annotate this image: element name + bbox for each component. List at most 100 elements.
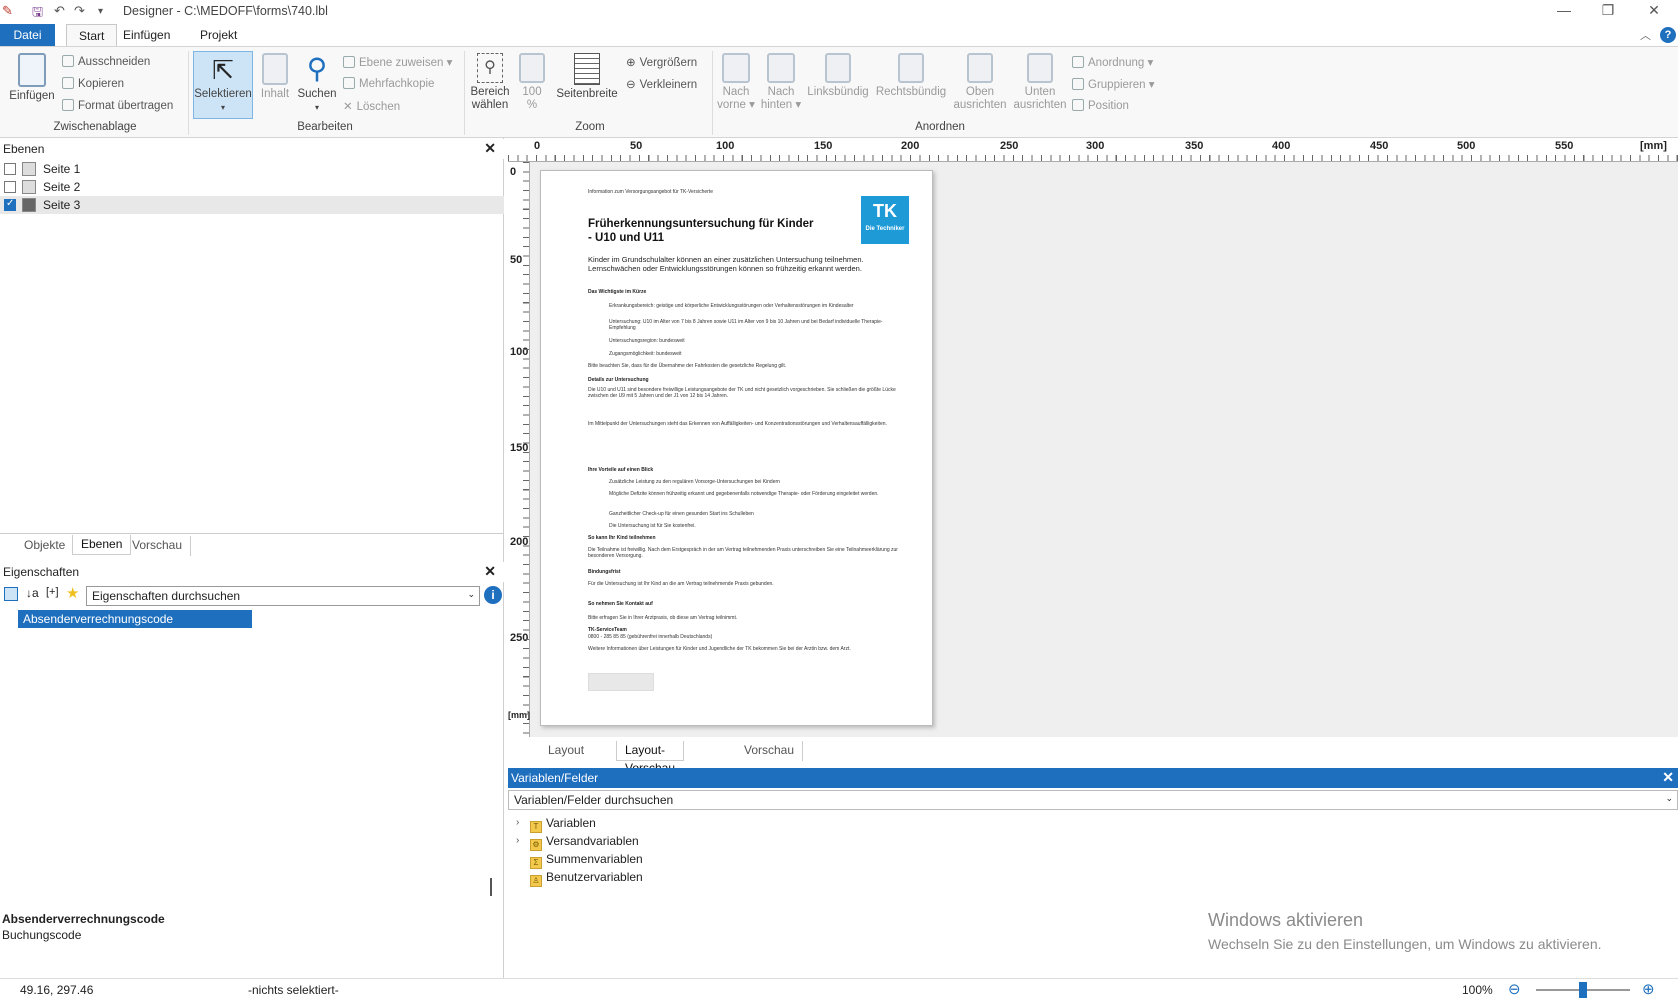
- align-left-button[interactable]: Linksbündig: [806, 53, 870, 99]
- doc-heading: So kann Ihr Kind teilnehmen: [588, 535, 656, 541]
- layer-checkbox[interactable]: [4, 198, 16, 211]
- tab-vorschau-main[interactable]: Vorschau: [736, 741, 804, 761]
- doc-subtitle-line-2: Lernschwächen oder Entwicklungsstörungen…: [588, 264, 862, 273]
- doc-field-placeholder[interactable]: [588, 673, 654, 691]
- position-label: Position: [1088, 100, 1129, 112]
- select-button[interactable]: ⇱ Selektieren ▾: [193, 51, 253, 119]
- zoom-out-button[interactable]: ⊖ Verkleinern: [626, 77, 697, 91]
- document-page[interactable]: Information zum Versorgungsangebot für T…: [540, 170, 933, 726]
- expand-arrow-icon[interactable]: ›: [516, 835, 519, 846]
- favorites-star-icon[interactable]: ★: [66, 584, 79, 602]
- align-left-icon: [825, 53, 851, 83]
- save-icon[interactable]: 🖫: [32, 3, 43, 25]
- zoom-100-label-2: %: [526, 99, 538, 111]
- doc-heading: Details zur Untersuchung: [588, 377, 649, 383]
- position-icon: [1072, 99, 1084, 111]
- tab-ebenen[interactable]: Ebenen: [72, 535, 132, 555]
- layer-checkbox[interactable]: [4, 181, 16, 193]
- grouping-button[interactable]: Gruppieren ▾: [1072, 77, 1155, 91]
- layer-checkbox[interactable]: [4, 163, 16, 175]
- tk-logo: TK Die Techniker: [861, 196, 909, 244]
- group-label-clipboard: Zwischenablage: [53, 121, 137, 133]
- page-width-button[interactable]: Seitenbreite: [554, 53, 620, 101]
- align-bottom-button[interactable]: Unten ausrichten: [1012, 53, 1068, 112]
- send-back-icon: [767, 53, 795, 83]
- zoom-in-icon: ⊕: [626, 57, 636, 69]
- collapse-ribbon-icon[interactable]: ︿: [1640, 27, 1651, 43]
- cursor-arrow-icon: ⇱: [212, 55, 234, 85]
- tree-item-variablen[interactable]: › T Variablen: [516, 816, 596, 834]
- variables-search-input[interactable]: Variablen/Felder durchsuchen ⌄: [508, 790, 1678, 810]
- send-back-button[interactable]: Nach hinten ▾: [760, 53, 802, 112]
- info-icon[interactable]: i: [484, 586, 502, 604]
- ruler-label: 50: [510, 254, 523, 266]
- cut-button[interactable]: Ausschneiden: [62, 55, 150, 68]
- tab-layout[interactable]: Layout: [540, 741, 592, 761]
- layer-item-seite-1[interactable]: Seite 1: [0, 160, 504, 178]
- variables-panel-close-icon[interactable]: ✕: [1662, 769, 1674, 786]
- search-button[interactable]: ⚲ Suchen ▾: [296, 53, 338, 114]
- format-painter-button[interactable]: Format übertragen: [62, 99, 173, 112]
- ruler-label: 500: [1457, 140, 1476, 152]
- content-button[interactable]: Inhalt: [258, 53, 292, 101]
- position-button[interactable]: Position: [1072, 99, 1129, 112]
- bring-front-label-1: Nach: [722, 86, 750, 98]
- minimize-button[interactable]: —: [1544, 2, 1584, 22]
- tree-item-summenvariablen[interactable]: Σ Summenvariablen: [516, 852, 643, 870]
- multi-copy-button[interactable]: Mehrfachkopie: [343, 77, 434, 90]
- delete-button[interactable]: ✕ Löschen: [343, 99, 400, 113]
- layer-item-seite-2[interactable]: Seite 2: [0, 178, 504, 196]
- group-label-arrange: Anordnen: [915, 121, 965, 133]
- align-top-label-2: ausrichten: [953, 99, 1007, 111]
- quick-access-dropdown-icon[interactable]: ▾: [98, 6, 103, 17]
- doc-heading: Ihre Vorteile auf einen Blick: [588, 467, 654, 473]
- undo-icon[interactable]: ↶: [54, 3, 65, 19]
- tab-layout-vorschau[interactable]: Layout-Vorschau: [616, 741, 685, 775]
- assign-layer-button[interactable]: Ebene zuweisen ▾: [343, 55, 452, 69]
- expand-all-icon[interactable]: [+]: [46, 586, 59, 598]
- chevron-down-icon[interactable]: ⌄: [467, 589, 475, 600]
- close-button[interactable]: ✕: [1634, 2, 1674, 22]
- align-right-label: Rechtsbündig: [875, 86, 947, 98]
- tab-datei[interactable]: Datei: [0, 24, 55, 46]
- zoom-slider-thumb[interactable]: [1579, 982, 1587, 998]
- tab-projekt[interactable]: Projekt: [188, 24, 249, 46]
- categorized-view-icon[interactable]: [4, 587, 18, 601]
- layer-item-seite-3[interactable]: Seite 3: [0, 196, 504, 214]
- properties-panel-close-icon[interactable]: ✕: [484, 563, 496, 580]
- zoom-out-icon[interactable]: ⊖: [1508, 980, 1521, 998]
- tab-vorschau[interactable]: Vorschau: [124, 536, 192, 556]
- group-label-zoom: Zoom: [575, 121, 605, 133]
- tab-start[interactable]: Start: [66, 24, 118, 46]
- resize-handle[interactable]: [490, 878, 492, 896]
- layers-panel-close-icon[interactable]: ✕: [484, 140, 496, 157]
- redo-icon[interactable]: ↷: [74, 3, 85, 19]
- restore-button[interactable]: ❐: [1588, 2, 1628, 22]
- help-icon[interactable]: ?: [1660, 27, 1676, 43]
- property-row-selected[interactable]: Absenderverrechnungscode: [18, 610, 252, 628]
- expand-arrow-icon[interactable]: ›: [516, 817, 519, 828]
- bring-front-button[interactable]: Nach vorne ▾: [716, 53, 756, 112]
- tree-item-versandvariablen[interactable]: › ⚙ Versandvariablen: [516, 834, 639, 852]
- zoom-in-icon[interactable]: ⊕: [1642, 980, 1655, 998]
- align-top-button[interactable]: Oben ausrichten: [952, 53, 1008, 112]
- align-right-button[interactable]: Rechtsbündig: [874, 53, 948, 99]
- zoom-in-button[interactable]: ⊕ Vergrößern: [626, 55, 697, 69]
- chevron-down-icon[interactable]: ⌄: [1665, 793, 1673, 804]
- zoom-100-button[interactable]: 100%: [516, 53, 548, 112]
- paste-button[interactable]: Einfügen: [6, 53, 58, 103]
- tree-item-benutzervariablen[interactable]: ♙ Benutzervariablen: [516, 870, 643, 888]
- search-label: Suchen: [297, 88, 337, 100]
- copy-button[interactable]: Kopieren: [62, 77, 124, 90]
- properties-search-input[interactable]: Eigenschaften durchsuchen ⌄: [86, 586, 480, 606]
- tab-einfuegen[interactable]: Einfügen: [111, 24, 182, 46]
- arrangement-button[interactable]: Anordnung ▾: [1072, 55, 1153, 69]
- group-divider: [464, 51, 465, 135]
- sum-variable-icon: Σ: [530, 857, 542, 869]
- tab-objekte[interactable]: Objekte: [16, 536, 73, 556]
- ruler-label: 100: [716, 140, 735, 152]
- cursor-coordinates: 49.16, 297.46: [20, 983, 94, 997]
- area-select-button[interactable]: ⚲ Bereich wählen: [468, 53, 512, 112]
- zoom-area-icon: ⚲: [477, 53, 503, 83]
- sort-alpha-icon[interactable]: ↓a: [26, 586, 39, 600]
